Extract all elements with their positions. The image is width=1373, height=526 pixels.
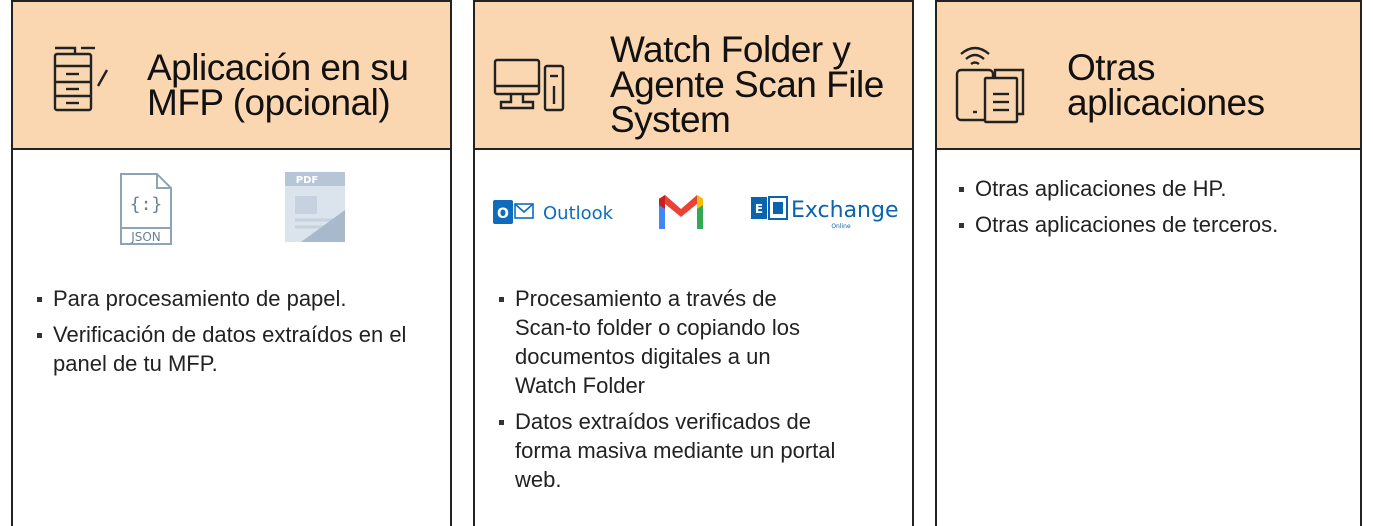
svg-text:E: E xyxy=(755,202,763,216)
card-title-line: Watch Folder y xyxy=(610,29,851,70)
json-file-icon: {:} JSON xyxy=(119,172,173,251)
mobile-wireless-document-icon xyxy=(953,42,1031,129)
card-title-line: System xyxy=(610,99,731,140)
card-watch-folder: Watch Folder y Agente Scan File System O… xyxy=(473,0,914,526)
exchange-logo: E Exchange Online xyxy=(751,193,911,238)
pdf-file-icon: PDF xyxy=(281,170,347,249)
list-item: Datos extraídos verificados de forma mas… xyxy=(497,407,837,494)
outlook-label: Outlook xyxy=(543,203,614,224)
card-title: Watch Folder y Agente Scan File System xyxy=(610,29,884,140)
exchange-label: Exchange xyxy=(791,198,899,223)
pdf-label: PDF xyxy=(296,175,318,186)
card-header: Otras aplicaciones xyxy=(937,0,1360,150)
card-mfp-app: Aplicación en su MFP (opcional) {:} JSON… xyxy=(11,0,452,526)
bullet-list: Otras aplicaciones de HP. Otras aplicaci… xyxy=(957,174,1357,246)
card-title: Aplicación en su MFP (opcional) xyxy=(147,47,409,123)
gmail-logo xyxy=(655,191,707,236)
card-title-line: aplicaciones xyxy=(1067,82,1265,123)
card-title: Otras aplicaciones xyxy=(1067,47,1265,123)
list-item: Otras aplicaciones de terceros. xyxy=(957,210,1357,239)
card-title-line: MFP (opcional) xyxy=(147,82,391,123)
card-other-apps: Otras aplicaciones Otras aplicaciones de… xyxy=(935,0,1362,526)
list-item: Para procesamiento de papel. xyxy=(35,284,445,313)
card-title-line: Agente Scan File xyxy=(610,64,884,105)
desktop-computer-icon xyxy=(493,56,567,119)
card-title-line: Otras xyxy=(1067,47,1155,88)
exchange-sublabel: Online xyxy=(831,223,851,230)
json-label: JSON xyxy=(130,230,161,244)
printer-mfp-icon xyxy=(49,42,115,119)
outlook-logo: O Outlook xyxy=(493,198,633,233)
list-item: Verificación de datos extraídos en el pa… xyxy=(35,320,445,378)
card-header: Aplicación en su MFP (opcional) xyxy=(13,0,450,150)
svg-text:O: O xyxy=(497,206,509,222)
bullet-list: Procesamiento a través de Scan-to folder… xyxy=(497,284,837,501)
bullet-list: Para procesamiento de papel. Verificació… xyxy=(35,284,445,385)
card-title-line: Aplicación en su xyxy=(147,47,409,88)
list-item: Otras aplicaciones de HP. xyxy=(957,174,1357,203)
list-item: Procesamiento a través de Scan-to folder… xyxy=(497,284,837,400)
svg-text:{:}: {:} xyxy=(130,194,163,215)
card-header: Watch Folder y Agente Scan File System xyxy=(475,0,912,150)
